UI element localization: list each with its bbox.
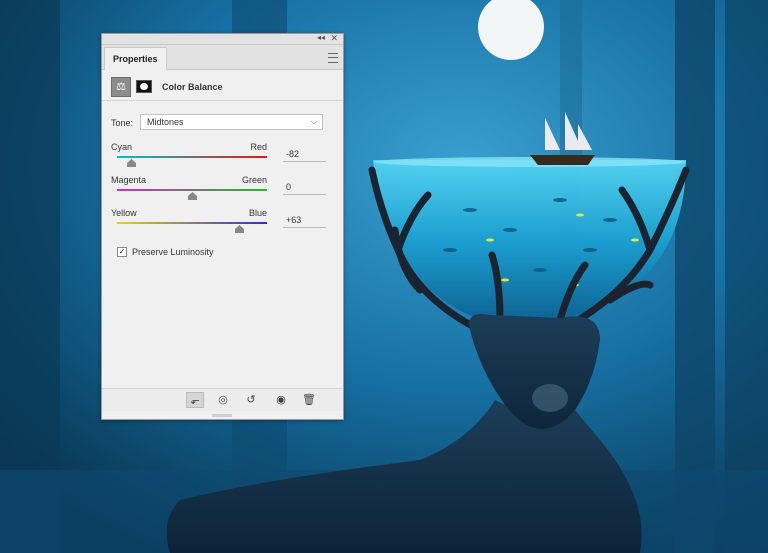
layer-mask-icon[interactable] <box>136 80 152 93</box>
yellow-blue-slider[interactable]: Yellow Blue +63 <box>111 208 336 238</box>
slider-thumb[interactable] <box>188 192 197 200</box>
chevron-down-icon: ⌵ <box>310 117 317 126</box>
slider-thumb[interactable] <box>126 159 136 167</box>
slider-track[interactable] <box>117 189 267 191</box>
preserve-luminosity-label: Preserve Luminosity <box>132 247 214 257</box>
slider-right-label: Red <box>250 142 267 152</box>
tone-label: Tone: <box>111 118 134 128</box>
slider-value-input[interactable]: +63 <box>283 215 326 228</box>
reset-icon[interactable]: ↺ <box>242 392 260 408</box>
tone-selected-value: Midtones <box>147 117 184 127</box>
panel-menu-icon[interactable] <box>328 53 338 63</box>
slider-left-label: Cyan <box>111 142 133 152</box>
visibility-eye-icon[interactable]: ◉ <box>272 392 290 408</box>
panel-tab-row: Properties <box>102 45 343 70</box>
cyan-red-slider[interactable]: Cyan Red -82 <box>111 142 336 172</box>
adjustment-title: Color Balance <box>162 82 223 92</box>
slider-value-input[interactable]: 0 <box>283 182 326 195</box>
tab-properties[interactable]: Properties <box>104 47 167 70</box>
close-panel-icon[interactable]: ✕ <box>330 33 338 44</box>
slider-track[interactable] <box>117 156 267 158</box>
properties-panel: ◂◂ ✕ Properties ⚖ Color Balance Tone: Mi… <box>101 33 344 420</box>
adjustment-header: ⚖ Color Balance <box>102 70 343 101</box>
trash-icon[interactable]: 🗑 <box>300 392 318 408</box>
slider-thumb[interactable] <box>235 225 245 233</box>
slider-right-label: Blue <box>248 208 267 218</box>
panel-footer: ⬐ ◎ ↺ ◉ 🗑 <box>102 388 343 411</box>
slider-track[interactable] <box>117 222 267 224</box>
slider-left-label: Magenta <box>111 175 147 185</box>
panel-titlebar[interactable]: ◂◂ ✕ <box>102 33 343 45</box>
panel-resize-handle[interactable] <box>212 414 232 417</box>
view-previous-state-icon[interactable]: ◎ <box>214 392 232 408</box>
collapse-panel-icon[interactable]: ◂◂ <box>317 33 325 42</box>
magenta-green-slider[interactable]: Magenta Green 0 <box>111 175 336 205</box>
tone-row: Tone: Midtones ⌵ <box>111 114 336 132</box>
slider-left-label: Yellow <box>111 208 137 218</box>
clip-to-layer-icon[interactable]: ⬐ <box>186 392 204 408</box>
tone-select[interactable]: Midtones ⌵ <box>140 114 323 130</box>
slider-right-label: Green <box>241 175 267 185</box>
color-balance-icon: ⚖ <box>111 77 131 97</box>
slider-value-input[interactable]: -82 <box>283 149 326 162</box>
preserve-luminosity-checkbox[interactable]: ✓ <box>117 247 127 257</box>
